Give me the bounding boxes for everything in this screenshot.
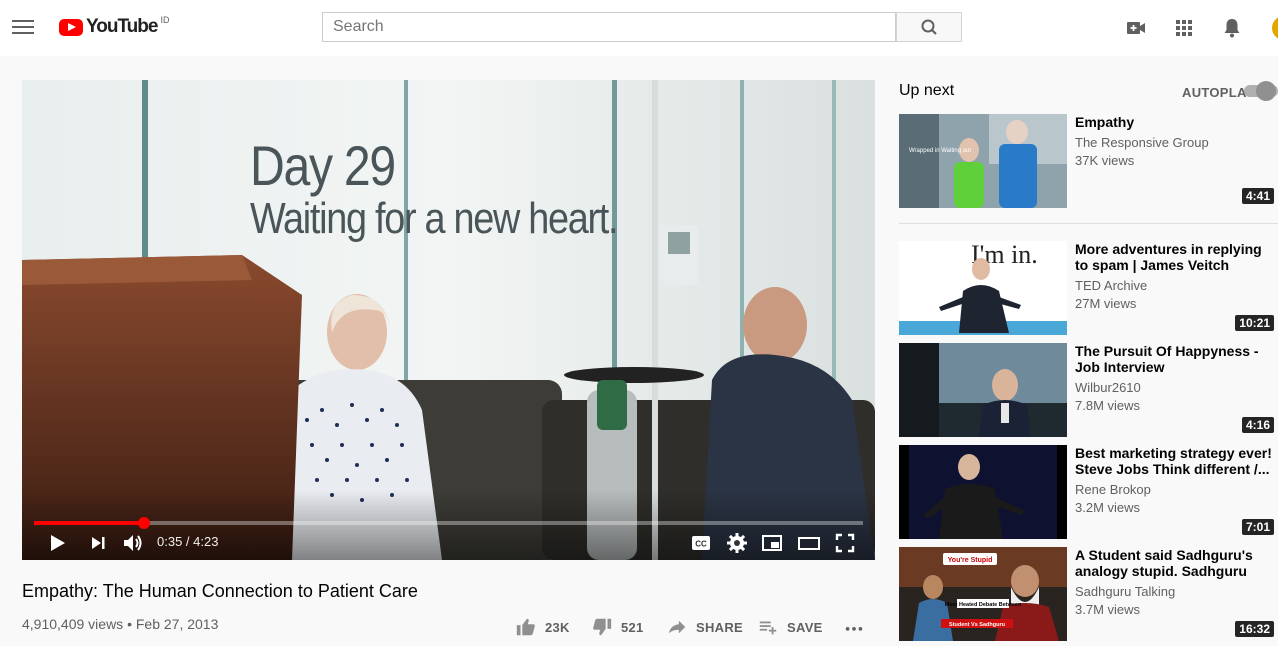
volume-icon[interactable] [121,531,145,555]
like-button[interactable]: 23K [515,615,570,639]
share-icon [668,620,686,634]
video-player[interactable]: Day 29 Waiting for a new heart. 0:35 / 4… [22,80,875,560]
recommended-video[interactable]: 7:01 Best marketing strategy ever! Steve… [899,445,1278,539]
channel-name[interactable]: The Responsive Group [1075,135,1209,150]
thumb-caption-3: Student Vs Sadhguru [949,622,1005,628]
view-count: 3.7M views [1075,602,1141,617]
video-meta: 4,910,409 views • Feb 27, 2013 [22,616,219,632]
duration-badge: 10:21 [1235,315,1274,331]
fullscreen-icon[interactable] [833,531,857,555]
video-thumbnail: Wrapped in Waiting out [899,114,1067,208]
video-overlay-text: Day 29 Waiting for a new heart. [250,134,619,243]
view-count: 37K views [1075,153,1135,168]
duration-badge: 4:41 [1241,188,1274,204]
next-icon[interactable] [86,531,110,555]
thumbs-up-icon [516,618,535,636]
view-count: 7.8M views [1075,398,1141,413]
recommended-title[interactable]: More adventures in replying to spam | Ja… [1075,241,1278,273]
channel-name[interactable]: Rene Brokop [1075,482,1151,497]
view-count: 27M views [1075,296,1137,311]
add-to-playlist-icon [759,621,777,635]
overlay-day: Day 29 [250,134,396,197]
search-button[interactable] [896,12,962,42]
video-thumbnail: You're Stupid Most Heated Debate Between… [899,547,1067,641]
youtube-play-icon [59,19,83,36]
avatar[interactable] [1272,16,1278,40]
svg-text:CC: CC [695,540,707,549]
channel-name[interactable]: TED Archive [1075,278,1147,293]
create-video-icon[interactable] [1124,16,1148,40]
search-icon [921,19,937,35]
youtube-logo[interactable]: YouTube ID [59,15,170,39]
duration-badge: 7:01 [1241,519,1274,535]
duration-badge: 4:16 [1241,417,1274,433]
theater-mode-icon[interactable] [797,531,821,555]
settings-icon[interactable] [725,531,749,555]
menu-icon[interactable] [12,17,34,39]
thumb-caption: Wrapped in Waiting out [909,148,971,154]
apps-icon[interactable] [1172,16,1196,40]
recommended-video[interactable]: Wrapped in Waiting out 4:41 Empathy The … [899,114,1278,208]
recommended-title[interactable]: Best marketing strategy ever! Steve Jobs… [1075,445,1278,477]
dislike-button[interactable]: 521 [591,615,644,639]
progress-fill [34,521,145,525]
more-actions-button[interactable] [843,615,865,639]
recommended-video[interactable]: 4:16 The Pursuit Of Happyness - Job Inte… [899,343,1278,437]
video-title: Empathy: The Human Connection to Patient… [22,581,418,601]
recommended-title[interactable]: A Student said Sadhguru's analogy stupid… [1075,547,1278,579]
autoplay-toggle[interactable] [1238,81,1278,101]
dislike-count: 521 [621,619,644,635]
divider [899,223,1278,224]
channel-name[interactable]: Sadhguru Talking [1075,584,1175,599]
notifications-icon[interactable] [1220,16,1244,40]
up-next-label: Up next [899,82,955,99]
thumb-caption: You're Stupid [948,557,993,564]
miniplayer-icon[interactable] [760,531,784,555]
view-count: 3.2M views [1075,500,1141,515]
recommended-video[interactable]: You're Stupid Most Heated Debate Between… [899,547,1278,641]
duration-badge: 16:32 [1235,621,1274,637]
region-code: ID [160,15,170,25]
masthead: YouTube ID [0,0,1278,56]
video-thumbnail [899,445,1067,539]
logo-text: YouTube [86,16,158,37]
thumbs-down-icon [593,618,612,636]
share-button[interactable]: SHARE [666,615,743,639]
progress-bar[interactable] [34,517,863,529]
share-label: SHARE [696,619,744,635]
recommended-title[interactable]: Empathy [1075,114,1278,130]
time-display: 0:35 / 4:23 [157,534,219,549]
recommended-video[interactable]: I'm in. 10:21 More adventures in replyin… [899,241,1278,335]
more-horizontal-icon [845,627,863,631]
captions-icon[interactable]: CC [689,531,713,555]
save-label: SAVE [787,619,823,635]
overlay-caption: Waiting for a new heart. [250,194,619,243]
channel-name[interactable]: Wilbur2610 [1075,380,1141,395]
recommended-title[interactable]: The Pursuit Of Happyness - Job Interview [1075,343,1278,375]
like-count: 23K [545,619,570,635]
save-button[interactable]: SAVE [757,615,823,639]
thumb-caption-2: Most Heated Debate Between [945,602,1022,608]
video-thumbnail: I'm in. [899,241,1067,335]
play-icon[interactable] [45,531,69,555]
video-thumbnail [899,343,1067,437]
search-input[interactable] [322,12,896,42]
